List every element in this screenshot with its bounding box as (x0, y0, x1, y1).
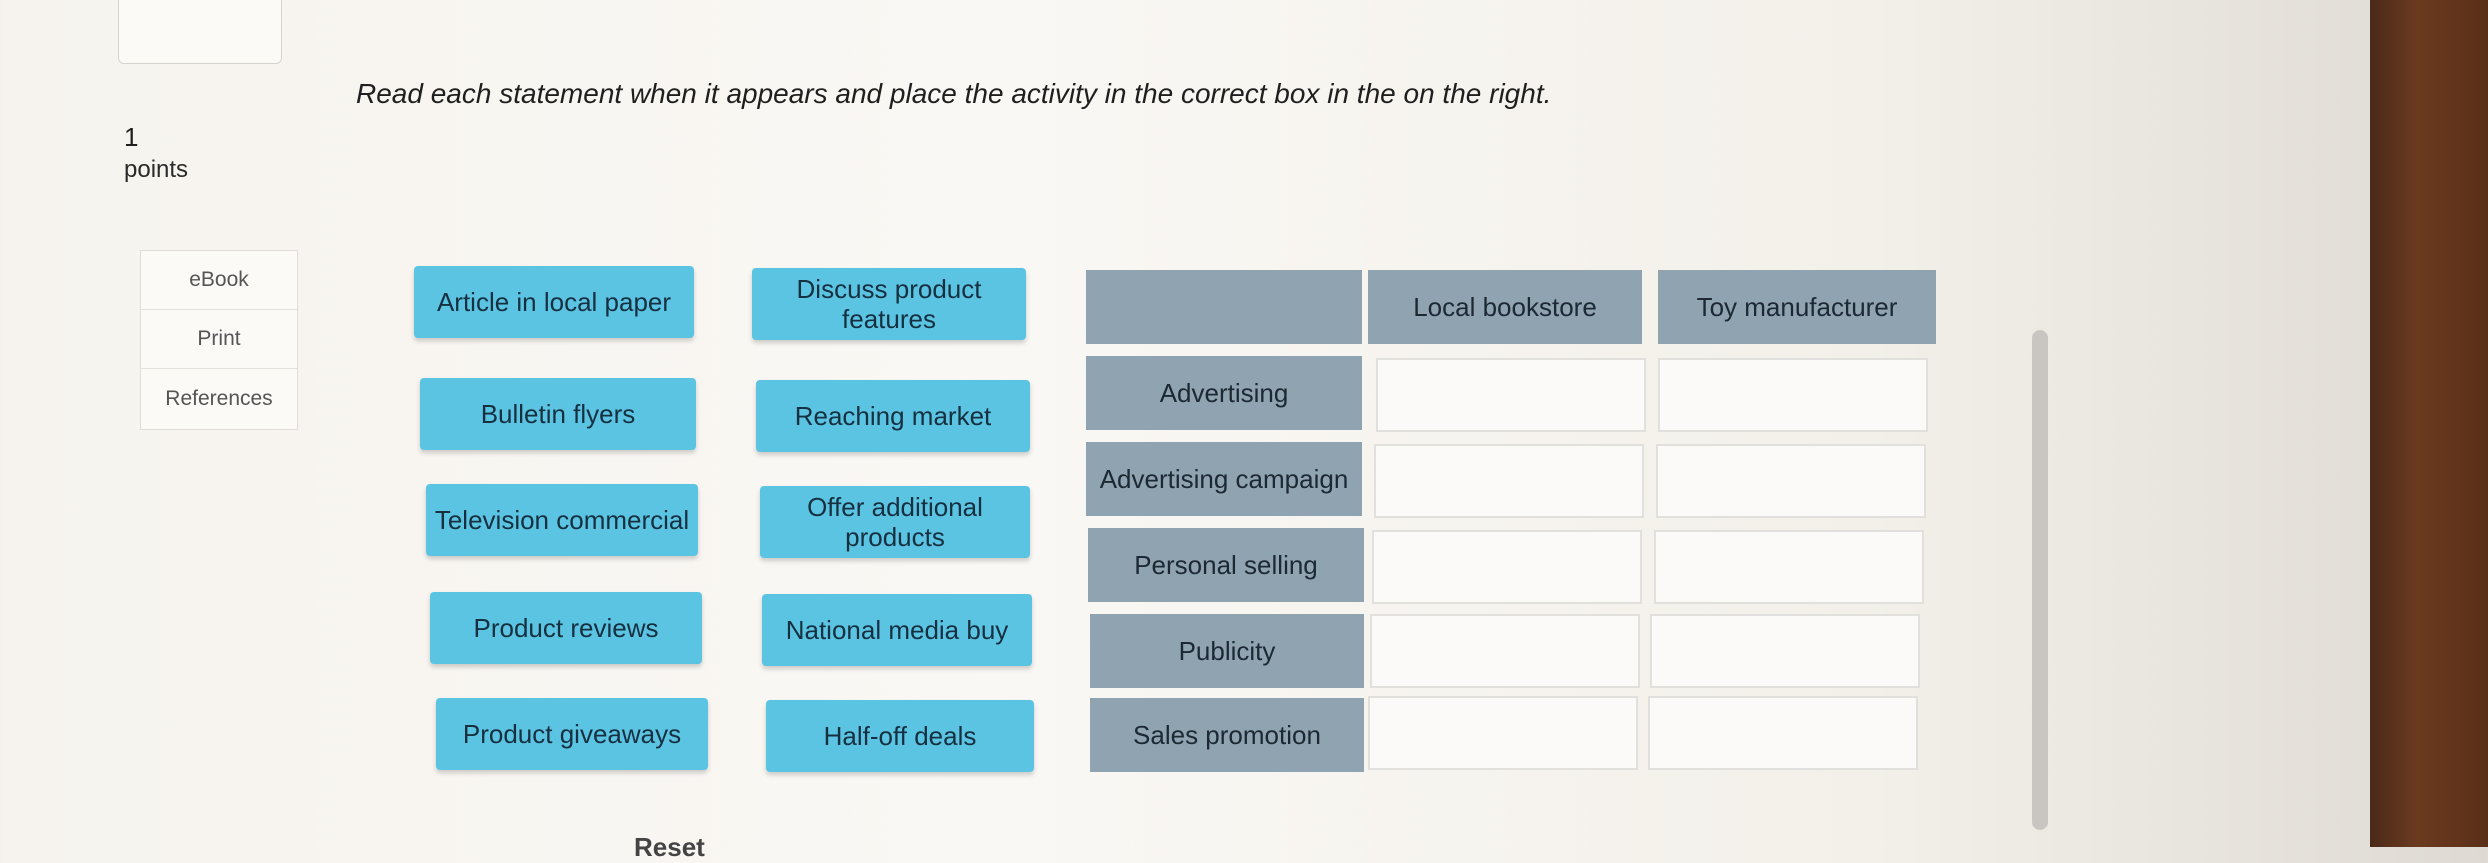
table-corner-header (1086, 270, 1362, 344)
drop-zone[interactable] (1368, 696, 1638, 770)
column-header-local-bookstore: Local bookstore (1368, 270, 1642, 344)
draggable-chip[interactable]: Bulletin flyers (420, 378, 696, 450)
column-header-toy-manufacturer: Toy manufacturer (1658, 270, 1936, 344)
points-value: 1 (124, 122, 139, 152)
draggable-chip[interactable]: Article in local paper (414, 266, 694, 338)
scrollbar-thumb[interactable] (2032, 330, 2048, 830)
drop-zone[interactable] (1376, 358, 1646, 432)
row-header-sales-promotion: Sales promotion (1090, 698, 1364, 772)
menu-item-references[interactable]: References (141, 369, 297, 429)
draggable-chip[interactable]: Half-off deals (766, 700, 1034, 772)
row-header-personal-selling: Personal selling (1088, 528, 1364, 602)
previous-panel-box (118, 0, 282, 64)
instruction-text: Read each statement when it appears and … (356, 78, 1552, 109)
draggable-chip[interactable]: National media buy (762, 594, 1032, 666)
menu-item-print[interactable]: Print (141, 310, 297, 369)
points-label: points (124, 156, 189, 183)
monitor-bezel (2370, 0, 2488, 847)
drop-zone[interactable] (1650, 614, 1920, 688)
draggable-chip[interactable]: Reaching market (756, 380, 1030, 452)
draggable-chip[interactable]: Product giveaways (436, 698, 708, 770)
reset-link[interactable]: Reset (634, 832, 705, 863)
draggable-chip[interactable]: Television commercial (426, 484, 698, 556)
drop-zone[interactable] (1372, 530, 1642, 604)
row-header-advertising-campaign: Advertising campaign (1086, 442, 1362, 516)
row-header-publicity: Publicity (1090, 614, 1364, 688)
draggable-chip[interactable]: Offer additional products (760, 486, 1030, 558)
menu-item-ebook[interactable]: eBook (141, 251, 297, 310)
drop-zone[interactable] (1648, 696, 1918, 770)
drop-zone[interactable] (1374, 444, 1644, 518)
drop-zone[interactable] (1656, 444, 1926, 518)
drop-zone[interactable] (1654, 530, 1924, 604)
draggable-chip[interactable]: Product reviews (430, 592, 702, 664)
row-header-advertising: Advertising (1086, 356, 1362, 430)
draggable-chip[interactable]: Discuss product features (752, 268, 1026, 340)
drop-zone[interactable] (1370, 614, 1640, 688)
resource-menu: eBook Print References (140, 250, 298, 430)
drop-zone[interactable] (1658, 358, 1928, 432)
